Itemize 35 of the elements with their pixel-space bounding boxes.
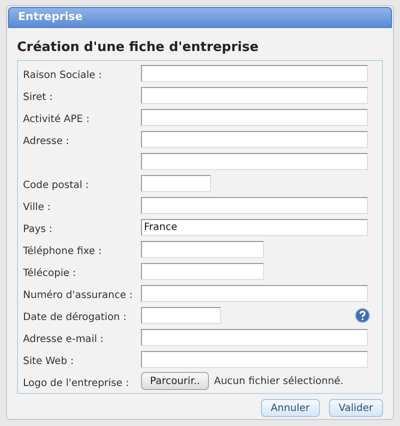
text-field[interactable] — [141, 196, 368, 214]
form-heading: Création d'une fiche d'entreprise — [17, 39, 260, 57]
text-field[interactable] — [141, 306, 221, 324]
field-label: Siret : — [23, 92, 53, 103]
text-field[interactable] — [141, 240, 264, 258]
field-label: Ville : — [23, 202, 51, 213]
text-field[interactable] — [141, 284, 368, 302]
field-label: Téléphone fixe : — [23, 246, 102, 257]
field-label: Code postal : — [23, 180, 89, 191]
text-field[interactable] — [141, 262, 264, 280]
field-label: Site Web : — [23, 356, 74, 367]
text-field[interactable] — [141, 64, 368, 82]
field-label: Adresse e-mail : — [23, 334, 104, 345]
dialog-button[interactable]: Valider — [328, 399, 383, 417]
file-status: Aucun fichier sélectionné. — [214, 374, 344, 388]
help-icon[interactable] — [355, 308, 370, 322]
text-field[interactable] — [141, 350, 368, 368]
field-label: Numéro d'assurance : — [23, 290, 133, 301]
dialog-button[interactable]: Annuler — [260, 399, 320, 417]
text-field[interactable] — [141, 86, 368, 104]
browse-button[interactable]: Parcourir.. — [141, 372, 209, 390]
field-label: Raison Sociale : — [23, 70, 102, 81]
text-field[interactable] — [141, 130, 368, 148]
text-field[interactable] — [141, 108, 368, 126]
field-label: Adresse : — [23, 136, 70, 147]
text-field[interactable] — [141, 328, 368, 346]
field-label: Date de dérogation : — [23, 312, 126, 323]
field-label: Logo de l'entreprise : — [23, 378, 129, 389]
panel-title: Entreprise — [18, 9, 83, 26]
field-label: Télécopie : — [23, 268, 76, 279]
text-field[interactable]: France — [141, 218, 368, 236]
field-label: Pays : — [23, 224, 52, 235]
text-field[interactable] — [141, 152, 368, 170]
text-field[interactable] — [141, 174, 211, 192]
field-label: Activité APE : — [23, 114, 90, 125]
